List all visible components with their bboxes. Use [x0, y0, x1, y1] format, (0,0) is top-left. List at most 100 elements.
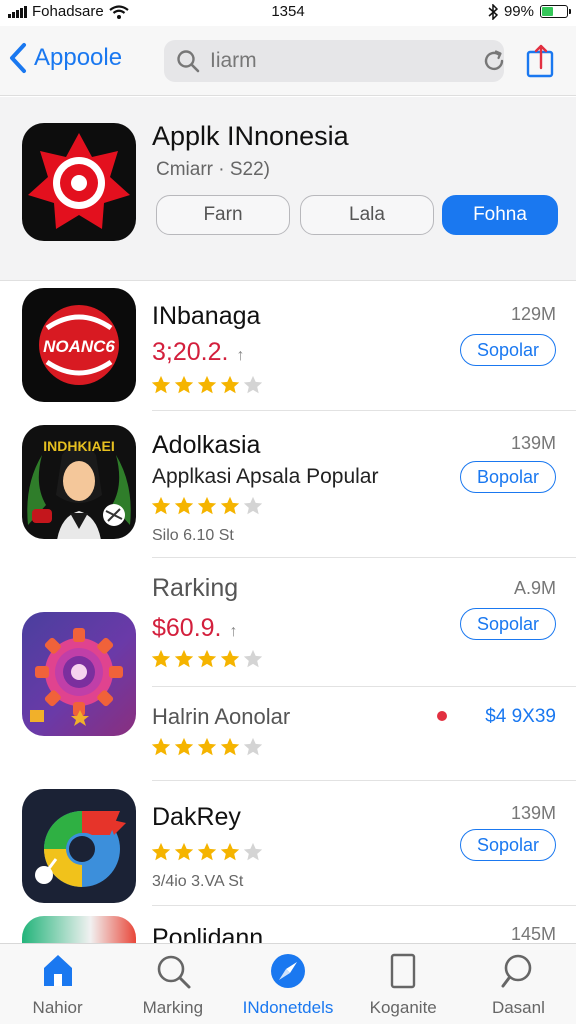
tab-marking[interactable]: Marking [115, 944, 230, 1024]
star-rating [150, 841, 264, 863]
tablet-icon [391, 953, 416, 989]
featured-app-title: Applk INnonesia [152, 121, 349, 151]
featured-app-subtitle: Cmiarr · S22) [156, 159, 271, 180]
app-name: Halrin Aonolar [152, 704, 291, 729]
star-filled-icon [151, 842, 171, 861]
app-icon [22, 612, 136, 736]
get-button[interactable]: Sopolar [460, 608, 556, 640]
bluetooth-icon [488, 3, 498, 20]
star-filled-icon [220, 737, 240, 756]
star-filled-icon [197, 737, 217, 756]
star-filled-icon [220, 649, 240, 668]
star-filled-icon [174, 375, 194, 394]
star-rating [150, 736, 264, 758]
star-filled-icon [197, 496, 217, 515]
app-name: Poplidann [152, 924, 264, 943]
tab-dasanl[interactable]: Dasanl [461, 944, 576, 1024]
navigation-bar: Appoole [0, 26, 576, 96]
list-item[interactable]: Rarking $60.9. ↑ A.9M Sopolar Halrin Aono… [0, 558, 576, 781]
app-name: Adolkasia [152, 431, 261, 459]
featured-app-card[interactable]: Applk INnonesia Cmiarr · S22) Farn Lala … [0, 97, 576, 281]
star-empty-icon [243, 842, 263, 861]
search-input[interactable] [210, 49, 481, 73]
filter-pill-farn[interactable]: Farn [156, 195, 290, 235]
app-price: 3;20.2. ↑ [152, 338, 245, 366]
app-icon-text: NOANC6 [43, 337, 115, 356]
star-rating [150, 495, 264, 517]
back-button[interactable]: Appoole [8, 42, 122, 74]
status-bar: Fohadsare 1354 99% [0, 0, 576, 26]
list-item[interactable]: NOANC6 INbanaga 3;20.2. ↑ 129M Sopolar [0, 282, 576, 411]
tab-label: Dasanl [491, 998, 545, 1017]
list-item[interactable]: INDHKIAEI Adolkasia Applkasi Apsala Popu… [0, 411, 576, 558]
star-filled-icon [220, 375, 240, 394]
star-empty-icon [243, 496, 263, 515]
house-icon [43, 955, 72, 986]
app-name: INbanaga [152, 302, 261, 330]
search-field[interactable] [164, 40, 504, 82]
app-size: 139M [510, 803, 556, 823]
app-icon: INDHKIAEI [22, 425, 136, 539]
star-filled-icon [151, 737, 171, 756]
featured-app-icon [22, 123, 136, 241]
star-filled-icon [197, 649, 217, 668]
app-meta: 3/4io 3.VA St [152, 873, 244, 890]
tab-label: Nahior [32, 998, 83, 1017]
app-size: 139M [510, 433, 556, 453]
star-filled-icon [220, 842, 240, 861]
star-filled-icon [197, 375, 217, 394]
battery-icon [540, 5, 571, 18]
status-dot [437, 711, 447, 721]
get-button[interactable]: Bopolar [460, 461, 556, 493]
tab-bar: Nahior Marking INdonetdels Koganite Dasa… [0, 943, 576, 1024]
app-subtitle: Applkasi Apsala Popular [152, 465, 379, 488]
get-button[interactable]: Sopolar [460, 829, 556, 861]
row-divider [152, 686, 576, 687]
tab-koganite[interactable]: Koganite [346, 944, 461, 1024]
compass-icon [271, 954, 305, 988]
star-filled-icon [174, 737, 194, 756]
battery-percent: 99% [503, 3, 534, 20]
star-filled-icon [174, 649, 194, 668]
app-icon [22, 916, 136, 943]
app-size: 129M [510, 304, 556, 324]
back-label: Appoole [34, 44, 123, 71]
get-button[interactable]: Sopolar [460, 334, 556, 366]
app-name: DakRey [152, 803, 241, 831]
app-name: Rarking [152, 574, 239, 602]
star-empty-icon [243, 375, 263, 394]
filter-pill-fohna[interactable]: Fohna [442, 195, 558, 235]
search-icon [157, 955, 191, 989]
chevron-left-icon [10, 43, 26, 73]
app-size: 145M [510, 924, 556, 943]
search-icon [176, 49, 200, 73]
app-size: $4 9X39 [485, 706, 556, 727]
star-filled-icon [151, 496, 171, 515]
share-icon [526, 44, 554, 78]
app-size: A.9M [513, 578, 556, 598]
star-filled-icon [151, 375, 171, 394]
list-item[interactable]: DakRey 3/4io 3.VA St 139M Sopolar [0, 781, 576, 906]
tab-label: Koganite [369, 998, 437, 1017]
star-filled-icon [174, 496, 194, 515]
refresh-icon[interactable] [481, 48, 507, 74]
filter-pill-lala[interactable]: Lala [300, 195, 434, 235]
tab-nahior[interactable]: Nahior [0, 944, 115, 1024]
star-filled-icon [197, 842, 217, 861]
star-empty-icon [243, 649, 263, 668]
status-right: 99% [488, 3, 571, 20]
star-filled-icon [151, 649, 171, 668]
app-price: $60.9. ↑ [152, 614, 238, 642]
tab-indonetdels[interactable]: INdonetdels [230, 944, 345, 1024]
star-filled-icon [174, 842, 194, 861]
list-item[interactable]: Poplidann 145M [0, 906, 576, 943]
star-filled-icon [220, 496, 240, 515]
star-rating [150, 648, 264, 670]
tab-label: Marking [142, 998, 204, 1017]
app-icon [22, 789, 136, 903]
tab-label: INdonetdels [242, 998, 334, 1017]
app-icon-text: INDHKIAEI [43, 438, 115, 454]
search-icon [501, 954, 532, 988]
app-icon: NOANC6 [22, 288, 136, 402]
share-button[interactable] [526, 44, 556, 78]
